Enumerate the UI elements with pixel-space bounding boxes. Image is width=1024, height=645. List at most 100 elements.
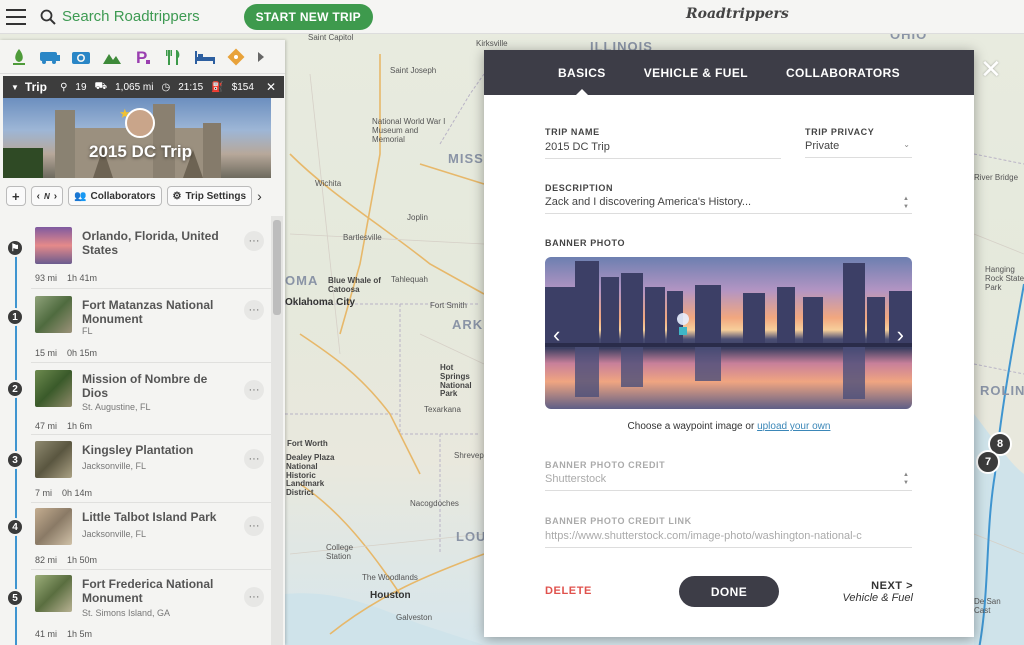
- stop-number: 4: [6, 518, 24, 536]
- menu-icon[interactable]: [6, 8, 26, 25]
- search-bar[interactable]: Search Roadtrippers: [40, 8, 200, 25]
- more-options-button[interactable]: ···: [244, 587, 264, 607]
- attraction-icon[interactable]: [225, 46, 247, 68]
- stop-thumbnail[interactable]: [35, 227, 72, 264]
- map-label-state: ROLINA: [980, 383, 1024, 398]
- add-button[interactable]: +: [6, 186, 26, 206]
- leg-info: 41 mi 1h 5m: [35, 629, 92, 639]
- users-icon: 👥: [74, 190, 87, 202]
- next-sub-label: Vehicle & Fuel: [842, 592, 913, 604]
- leg-time: 0h 14m: [62, 488, 93, 498]
- search-icon: [40, 9, 56, 25]
- map-stop-marker[interactable]: 7: [976, 450, 1000, 474]
- map-label-city: Fort Worth: [287, 439, 328, 448]
- map-label-city: Nacogdoches: [410, 499, 459, 508]
- stop-thumbnail[interactable]: [35, 370, 72, 407]
- stop-name[interactable]: Mission of Nombre de Dios: [82, 372, 232, 400]
- stop-thumbnail[interactable]: [35, 575, 72, 612]
- done-button[interactable]: DONE: [679, 576, 779, 607]
- leg-distance: 93 mi: [35, 273, 58, 283]
- next-photo-icon[interactable]: ›: [897, 322, 904, 348]
- leg-distance: 47 mi: [35, 421, 58, 431]
- collaborators-button[interactable]: 👥 Collaborators: [68, 186, 162, 206]
- description-input[interactable]: Zack and I discovering America's History…: [545, 196, 912, 214]
- close-modal-icon[interactable]: ✕: [980, 56, 1002, 82]
- chevron-right-icon[interactable]: ›: [257, 188, 262, 204]
- search-input[interactable]: Search Roadtrippers: [62, 8, 200, 25]
- banner-credit-link-label: BANNER PHOTO CREDIT LINK: [545, 516, 692, 526]
- food-icon[interactable]: [163, 46, 185, 68]
- stop-thumbnail[interactable]: [35, 508, 72, 545]
- stop-item[interactable]: 1 Fort Matanzas National Monument FL ···…: [3, 296, 271, 363]
- stop-name[interactable]: Fort Frederica National Monument: [82, 577, 232, 605]
- leg-info: 47 mi 1h 6m: [35, 421, 92, 431]
- lodging-icon[interactable]: [194, 46, 216, 68]
- map-label-city: The Woodlands: [362, 573, 418, 582]
- banner-credit-input[interactable]: Shutterstock: [545, 473, 912, 491]
- map-label-state: OHIO: [890, 34, 928, 42]
- stop-item[interactable]: ⚑ Orlando, Florida, United States ··· 93…: [3, 227, 271, 292]
- close-icon[interactable]: ✕: [266, 80, 276, 94]
- prev-photo-icon[interactable]: ‹: [553, 322, 560, 348]
- mountain-icon[interactable]: [101, 46, 123, 68]
- stop-name[interactable]: Kingsley Plantation: [82, 443, 232, 457]
- photo-caption: Choose a waypoint image or upload your o…: [484, 421, 974, 432]
- more-options-button[interactable]: ···: [244, 449, 264, 469]
- trip-header[interactable]: ▼ Trip ⚲ 19 ⛟ 1,065 mi ◷ 21:15 ⛽ $154 ✕: [3, 76, 284, 98]
- trip-banner-image[interactable]: ★ 2015 DC Trip: [3, 98, 271, 178]
- trip-name-input[interactable]: 2015 DC Trip: [545, 141, 781, 159]
- next-button[interactable]: NEXT > Vehicle & Fuel: [842, 580, 913, 604]
- more-options-button[interactable]: ···: [244, 516, 264, 536]
- stop-count: 19: [75, 81, 87, 93]
- avatar[interactable]: [125, 108, 155, 138]
- more-options-button[interactable]: ···: [244, 380, 264, 400]
- stop-number: 1: [6, 308, 24, 326]
- stop-name[interactable]: Little Talbot Island Park: [82, 510, 232, 524]
- delete-button[interactable]: DELETE: [545, 585, 592, 597]
- camera-icon[interactable]: [70, 46, 92, 68]
- tab-collaborators[interactable]: COLLABORATORS: [786, 50, 900, 95]
- stop-location: FL: [82, 326, 93, 336]
- tab-basics[interactable]: BASICS: [558, 50, 606, 95]
- banner-photo-preview[interactable]: ‹ ›: [545, 257, 912, 409]
- stop-location: Jacksonville, FL: [82, 529, 147, 539]
- chevron-down-icon: ⌄: [903, 140, 910, 149]
- more-options-button[interactable]: ···: [244, 231, 264, 251]
- description-stepper[interactable]: ▲ ▼: [901, 195, 911, 211]
- caret-down-icon[interactable]: ▼: [11, 83, 19, 92]
- map-label-state: ARK: [452, 317, 484, 332]
- leg-distance: 15 mi: [35, 348, 58, 358]
- clock-icon: ◷: [161, 81, 171, 93]
- roadtrippers-logo[interactable]: Roadtrippers: [686, 6, 789, 22]
- rv-icon[interactable]: [39, 46, 61, 68]
- map-label-city: Houston: [370, 590, 411, 601]
- trip-privacy-select[interactable]: Private ⌄: [805, 140, 912, 158]
- nav-toggle-button[interactable]: ‹ N ›: [30, 186, 64, 206]
- stop-name[interactable]: Fort Matanzas National Monument: [82, 298, 232, 326]
- parking-icon[interactable]: P: [132, 46, 154, 68]
- start-new-trip-button[interactable]: START NEW TRIP: [243, 3, 373, 30]
- stop-item[interactable]: 4 Little Talbot Island Park Jacksonville…: [3, 508, 271, 573]
- stop-number: 3: [6, 451, 24, 469]
- tab-vehicle-fuel[interactable]: VEHICLE & FUEL: [644, 50, 748, 95]
- trip-privacy-label: TRIP PRIVACY: [805, 127, 875, 137]
- scrollbar-thumb[interactable]: [273, 220, 281, 315]
- more-options-button[interactable]: ···: [244, 300, 264, 320]
- trip-label: Trip: [24, 80, 47, 94]
- upload-your-own-link[interactable]: upload your own: [757, 421, 830, 432]
- stop-thumbnail[interactable]: [35, 441, 72, 478]
- credit-stepper[interactable]: ▲ ▼: [901, 471, 911, 487]
- trip-settings-button[interactable]: ⚙ Trip Settings: [166, 186, 253, 206]
- stop-item[interactable]: 5 Fort Frederica National Monument St. S…: [3, 575, 268, 640]
- category-bar: P: [0, 40, 285, 74]
- stop-item[interactable]: 2 Mission of Nombre de Dios St. Augustin…: [3, 370, 271, 435]
- chevron-right-icon[interactable]: [256, 46, 266, 68]
- nature-icon[interactable]: [8, 46, 30, 68]
- stop-item[interactable]: 3 Kingsley Plantation Jacksonville, FL ·…: [3, 441, 271, 506]
- stop-name[interactable]: Orlando, Florida, United States: [82, 229, 232, 257]
- map-label-city: Wichita: [315, 179, 342, 188]
- banner-credit-label: BANNER PHOTO CREDIT: [545, 460, 666, 470]
- stop-thumbnail[interactable]: [35, 296, 72, 333]
- trip-stats: ⚲ 19 ⛟ 1,065 mi ◷ 21:15 ⛽ $154 ✕: [60, 80, 276, 94]
- banner-credit-link-input[interactable]: https://www.shutterstock.com/image-photo…: [545, 530, 912, 548]
